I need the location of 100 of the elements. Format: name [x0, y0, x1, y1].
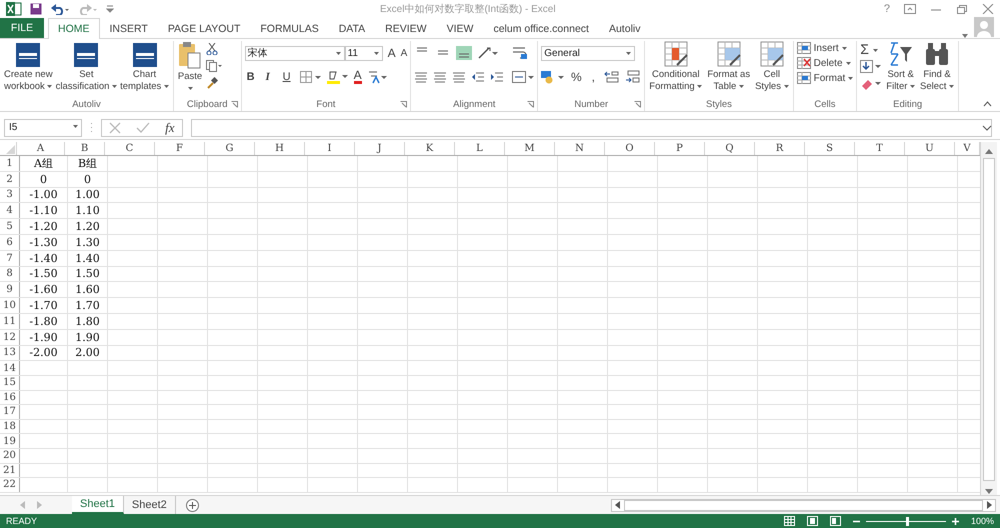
row-header[interactable]: 6 — [6, 236, 13, 248]
column-header[interactable]: T — [876, 143, 883, 154]
row-header[interactable]: 18 — [3, 421, 16, 432]
merge-center-icon[interactable] — [512, 71, 534, 83]
ribbon-tab[interactable]: INSERT — [100, 18, 158, 38]
column-header[interactable]: K — [426, 143, 434, 154]
vertical-scrollbar[interactable] — [983, 158, 995, 481]
styles-button[interactable]: Cell Styles — [754, 41, 790, 93]
horizontal-align-icon[interactable] — [414, 71, 428, 83]
horizontal-align-icon[interactable] — [452, 71, 466, 83]
formula-input-field[interactable] — [191, 118, 992, 136]
cells-button[interactable]: Delete — [796, 57, 854, 69]
column-header[interactable]: L — [476, 143, 483, 154]
customize-arrow-icon[interactable] — [106, 4, 114, 14]
comma-button[interactable]: , — [587, 70, 600, 84]
row-header[interactable]: 11 — [3, 316, 16, 327]
styles-button[interactable]: Format as Table — [706, 41, 752, 93]
row-header[interactable]: 13 — [3, 347, 16, 358]
increase-indent-icon[interactable] — [490, 71, 504, 83]
row-header[interactable]: 10 — [3, 300, 16, 312]
save-icon[interactable] — [30, 2, 42, 14]
file-tab[interactable]: FILE — [0, 18, 44, 38]
dropdown-arrow-icon[interactable] — [962, 34, 968, 38]
italic-button[interactable]: I — [262, 71, 274, 83]
scroll-left-icon[interactable] — [615, 501, 621, 509]
dialog-launcher-icon[interactable] — [634, 101, 642, 108]
ribbon-tab[interactable]: DATA — [328, 18, 376, 38]
collapse-ribbon-icon[interactable] — [983, 101, 992, 107]
insert-function-button[interactable]: fx — [165, 120, 175, 136]
row-header[interactable]: 20 — [3, 450, 16, 462]
column-header[interactable]: B — [80, 143, 88, 154]
row-header[interactable]: 21 — [3, 464, 16, 476]
ribbon-tab[interactable]: VIEW — [436, 18, 484, 38]
page-layout-view-icon[interactable] — [806, 516, 818, 526]
row-header[interactable]: 17 — [3, 406, 16, 418]
decrease-indent-icon[interactable] — [471, 71, 486, 83]
ribbon-tab[interactable]: REVIEW — [375, 18, 437, 38]
grow-font-button[interactable]: A — [388, 46, 396, 60]
autosum-button[interactable]: Σ — [860, 42, 882, 57]
ribbon-tab[interactable]: FORMULAS — [250, 18, 329, 38]
expand-icon[interactable] — [982, 124, 992, 130]
column-header[interactable]: U — [925, 143, 934, 154]
autoliv-button[interactable]: Chart templates — [119, 41, 170, 93]
row-header[interactable]: 3 — [6, 189, 13, 200]
vertical-align-icon[interactable] — [456, 46, 472, 60]
autoliv-button[interactable]: Set classification — [54, 41, 118, 93]
column-header[interactable]: V — [963, 143, 971, 154]
help-button[interactable]: ? — [884, 2, 890, 14]
caret-icon[interactable] — [73, 124, 78, 128]
sheet-tab[interactable]: Sheet1 — [72, 496, 124, 514]
row-header[interactable]: 7 — [6, 252, 13, 264]
cells-button[interactable]: Insert — [796, 42, 854, 54]
column-header[interactable]: O — [625, 143, 634, 154]
scroll-up-icon[interactable] — [985, 148, 993, 154]
column-header[interactable]: Q — [725, 143, 734, 154]
column-header[interactable]: N — [575, 143, 584, 154]
format-painter-icon[interactable] — [206, 77, 218, 89]
excel-logo-icon[interactable] — [6, 2, 22, 16]
editing-button[interactable]: Find & Select — [919, 41, 956, 93]
decrease-decimal-icon[interactable] — [625, 70, 642, 84]
row-header[interactable]: 12 — [3, 332, 16, 343]
undo-icon[interactable] — [50, 2, 70, 14]
dialog-launcher-icon[interactable] — [400, 101, 408, 108]
name-box[interactable]: I5 — [4, 118, 82, 136]
text-effects-icon[interactable] — [366, 70, 387, 84]
fill-down-icon[interactable] — [860, 60, 882, 74]
font-size-field[interactable]: 11 — [344, 46, 383, 60]
column-header[interactable]: F — [176, 143, 183, 154]
copy-icon[interactable] — [206, 60, 222, 72]
caret-icon[interactable] — [626, 52, 632, 54]
ribbon-display-icon[interactable] — [904, 4, 916, 14]
page-break-view-icon[interactable] — [830, 516, 841, 526]
column-header[interactable]: M — [524, 143, 535, 154]
caret-icon[interactable] — [336, 52, 341, 54]
percent-button[interactable]: % — [570, 70, 582, 84]
ribbon-tab[interactable]: HOME — [48, 18, 100, 39]
dialog-launcher-icon[interactable] — [527, 101, 534, 108]
increase-decimal-icon[interactable] — [604, 70, 620, 84]
cut-icon[interactable] — [206, 43, 218, 55]
column-header[interactable]: A — [36, 143, 44, 154]
currency-icon[interactable] — [541, 70, 566, 84]
column-header[interactable]: S — [826, 143, 833, 154]
underline-button[interactable]: U — [278, 71, 295, 83]
column-header[interactable]: C — [126, 143, 134, 154]
styles-button[interactable]: Conditional Formatting — [648, 41, 704, 93]
row-header[interactable]: 5 — [6, 221, 13, 232]
scroll-right-icon[interactable] — [986, 501, 992, 509]
zoom-level[interactable]: 100% — [970, 516, 994, 526]
row-header[interactable]: 15 — [3, 377, 16, 388]
row-header[interactable]: 14 — [3, 362, 16, 374]
row-header[interactable]: 4 — [6, 205, 13, 216]
row-header[interactable]: 9 — [6, 284, 13, 296]
eraser-icon[interactable] — [860, 77, 882, 91]
wrap-text-icon[interactable] — [512, 46, 528, 60]
normal-view-icon[interactable] — [784, 516, 795, 526]
row-header[interactable]: 19 — [3, 436, 16, 447]
column-header[interactable]: P — [676, 143, 683, 154]
horizontal-scrollbar[interactable] — [624, 500, 983, 510]
bold-button[interactable]: B — [244, 71, 257, 83]
column-header[interactable]: R — [776, 143, 784, 154]
